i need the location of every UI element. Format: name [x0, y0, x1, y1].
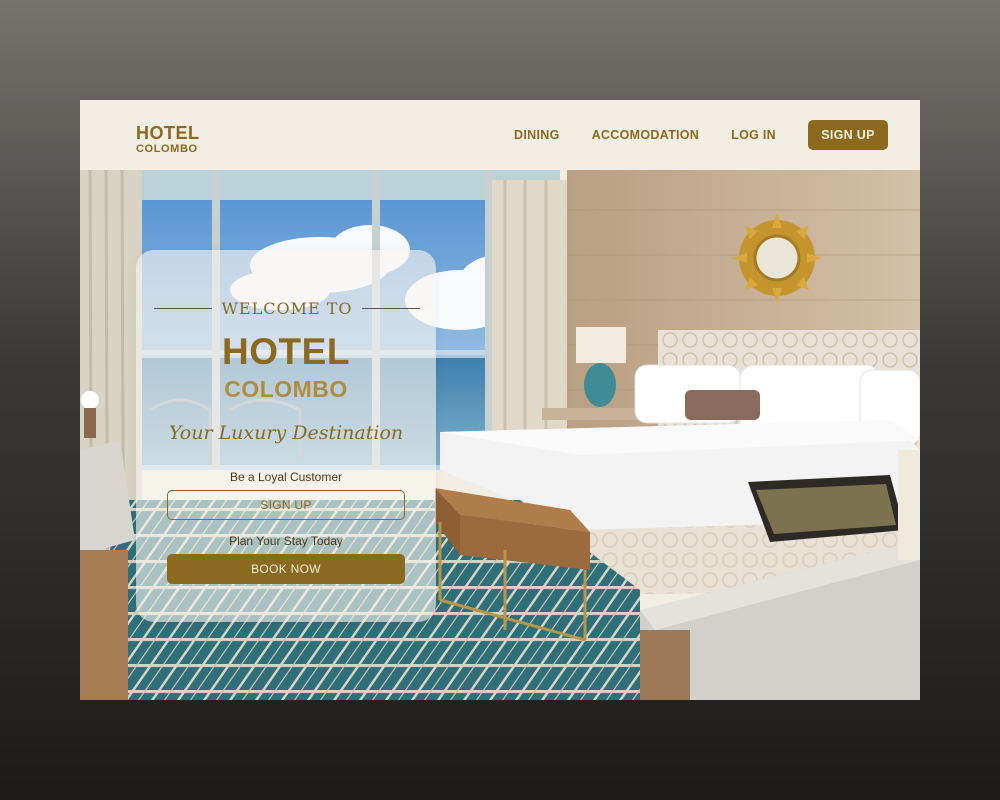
- plan-stay-caption: Plan Your Stay Today: [229, 534, 343, 548]
- hero-section: WELCOME TO HOTEL COLOMBO Your Luxury Des…: [80, 170, 920, 700]
- welcome-divider-left: [154, 307, 212, 309]
- nav-link-accomodation[interactable]: ACCOMODATION: [592, 128, 700, 142]
- loyal-customer-caption: Be a Loyal Customer: [229, 470, 343, 484]
- hero-signup-button[interactable]: SIGN UP: [167, 490, 405, 520]
- brand-logo[interactable]: HOTEL COLOMBO: [136, 124, 200, 156]
- nav-link-login[interactable]: LOG IN: [731, 128, 776, 142]
- nav-link-dining[interactable]: DINING: [514, 128, 560, 142]
- welcome-label: WELCOME TO: [221, 298, 353, 318]
- welcome-divider-right: [361, 307, 420, 309]
- main-nav: DINING ACCOMODATION LOG IN SIGN UP: [514, 120, 888, 150]
- brand-logo-line2: COLOMBO: [136, 143, 198, 155]
- landing-page: HOTEL COLOMBO DINING ACCOMODATION LOG IN…: [80, 100, 920, 700]
- brand-logo-line1: HOTEL: [136, 123, 200, 143]
- hero-tagline: Your Luxury Destination: [168, 422, 404, 444]
- welcome-card: WELCOME TO HOTEL COLOMBO Your Luxury Des…: [136, 250, 436, 622]
- welcome-heading-row: WELCOME TO: [154, 298, 420, 318]
- book-now-button[interactable]: BOOK NOW: [167, 554, 405, 584]
- site-header: HOTEL COLOMBO DINING ACCOMODATION LOG IN…: [80, 100, 920, 170]
- hero-subtitle: COLOMBO: [224, 376, 348, 402]
- hero-title: HOTEL: [222, 331, 350, 372]
- header-signup-button[interactable]: SIGN UP: [808, 120, 888, 150]
